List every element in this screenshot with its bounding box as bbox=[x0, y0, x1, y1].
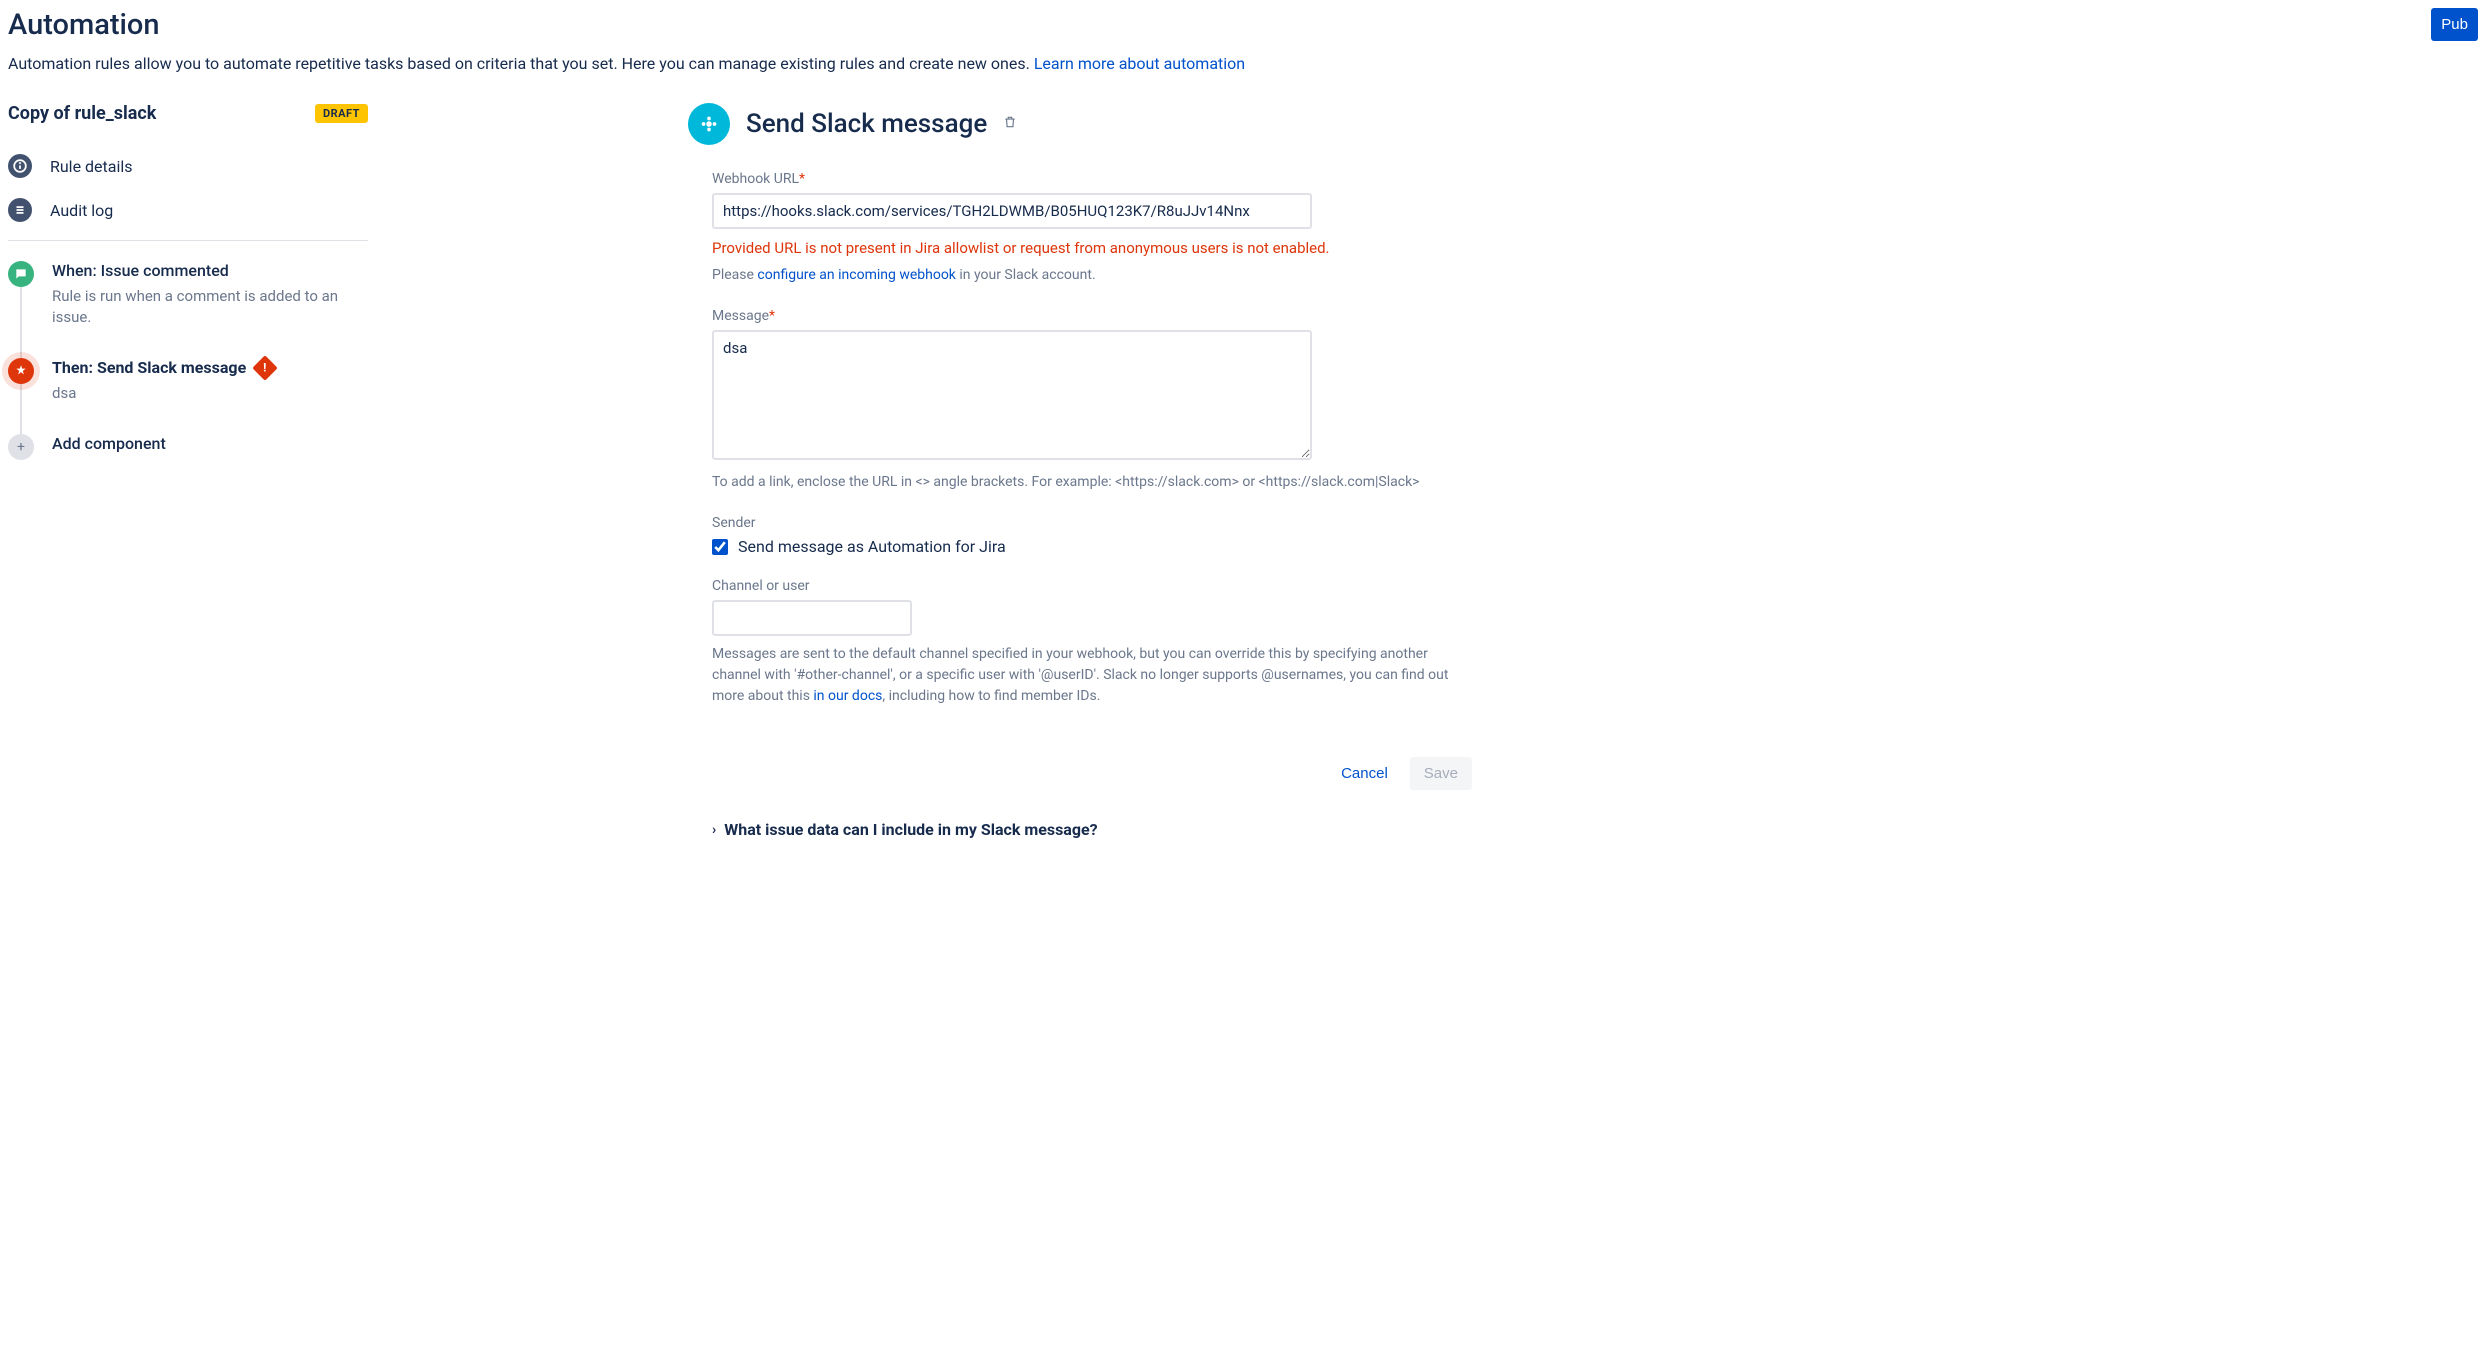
panel-title: Send Slack message bbox=[746, 109, 987, 139]
chevron-right-icon: › bbox=[712, 822, 716, 838]
page-description-text: Automation rules allow you to automate r… bbox=[8, 54, 1034, 73]
plus-icon: + bbox=[8, 434, 34, 460]
step-subtitle: dsa bbox=[52, 383, 352, 404]
webhook-url-label: Webhook URL* bbox=[712, 171, 2438, 187]
cancel-button[interactable]: Cancel bbox=[1327, 757, 1402, 790]
step-title-text: Then: Send Slack message bbox=[52, 358, 246, 377]
nav-audit-log[interactable]: Audit log bbox=[8, 188, 368, 232]
webhook-url-input[interactable] bbox=[712, 193, 1312, 229]
page-description: Automation rules allow you to automate r… bbox=[8, 54, 2478, 73]
sender-label: Sender bbox=[712, 515, 2438, 531]
docs-link[interactable]: in our docs bbox=[813, 688, 882, 704]
step-action-slack[interactable]: Then: Send Slack message ! dsa bbox=[8, 358, 368, 404]
message-help: To add a link, enclose the URL in <> ang… bbox=[712, 472, 1452, 493]
slack-icon bbox=[8, 358, 34, 384]
step-title: Add component bbox=[52, 434, 368, 453]
divider bbox=[8, 240, 368, 241]
save-button[interactable]: Save bbox=[1410, 757, 1472, 790]
publish-button[interactable]: Pub bbox=[2431, 8, 2478, 41]
slack-icon bbox=[688, 103, 730, 145]
expando-issue-data[interactable]: › What issue data can I include in my Sl… bbox=[712, 820, 2438, 839]
required-mark: * bbox=[769, 308, 775, 324]
channel-help: Messages are sent to the default channel… bbox=[712, 644, 1452, 707]
configure-webhook-link[interactable]: configure an incoming webhook bbox=[757, 267, 956, 283]
sender-checkbox[interactable] bbox=[712, 539, 728, 555]
info-icon bbox=[8, 154, 32, 178]
comment-icon bbox=[8, 261, 34, 287]
error-icon: ! bbox=[252, 355, 277, 380]
help-text: Please bbox=[712, 267, 757, 283]
webhook-url-help: Please configure an incoming webhook in … bbox=[712, 265, 1452, 286]
label-text: Message bbox=[712, 308, 769, 324]
expando-label: What issue data can I include in my Slac… bbox=[724, 820, 1097, 839]
step-title: Then: Send Slack message ! bbox=[52, 358, 368, 377]
required-mark: * bbox=[799, 171, 805, 187]
list-icon bbox=[8, 198, 32, 222]
nav-label: Rule details bbox=[50, 157, 133, 176]
page-title: Automation bbox=[8, 8, 160, 42]
help-text: , including how to find member IDs. bbox=[882, 688, 1100, 704]
nav-rule-details[interactable]: Rule details bbox=[8, 144, 368, 188]
step-title: When: Issue commented bbox=[52, 261, 368, 280]
sender-checkbox-label[interactable]: Send message as Automation for Jira bbox=[738, 537, 1006, 556]
webhook-url-error: Provided URL is not present in Jira allo… bbox=[712, 239, 2438, 257]
nav-label: Audit log bbox=[50, 201, 113, 220]
trash-icon[interactable] bbox=[1003, 115, 1017, 133]
channel-input[interactable] bbox=[712, 600, 912, 636]
rule-name: Copy of rule_slack bbox=[8, 103, 156, 124]
label-text: Webhook URL bbox=[712, 171, 799, 187]
draft-badge: DRAFT bbox=[315, 104, 368, 123]
message-textarea[interactable] bbox=[712, 330, 1312, 460]
step-add-component[interactable]: + Add component bbox=[8, 434, 368, 453]
help-text: in your Slack account. bbox=[956, 267, 1096, 283]
channel-label: Channel or user bbox=[712, 578, 2438, 594]
step-trigger[interactable]: When: Issue commented Rule is run when a… bbox=[8, 261, 368, 328]
message-label: Message* bbox=[712, 308, 2438, 324]
learn-more-link[interactable]: Learn more about automation bbox=[1034, 54, 1245, 73]
step-subtitle: Rule is run when a comment is added to a… bbox=[52, 286, 352, 328]
